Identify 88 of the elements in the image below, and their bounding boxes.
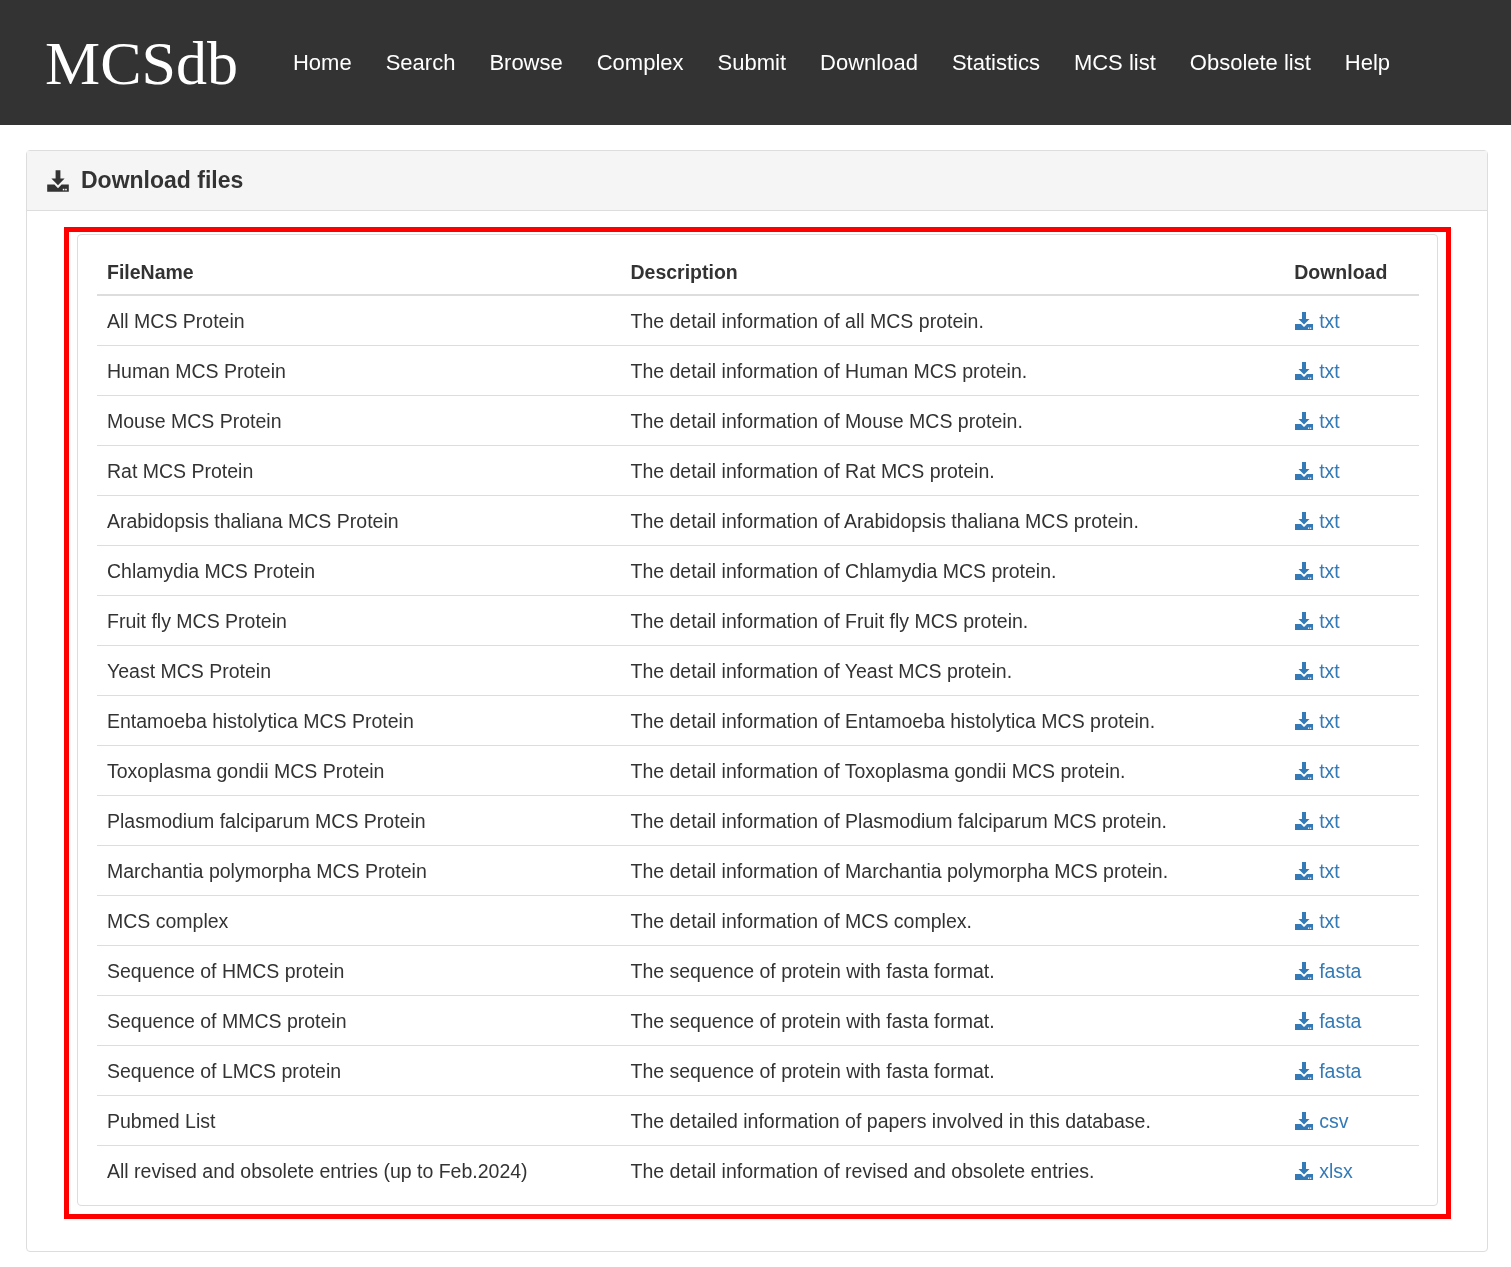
- download-icon: [1294, 911, 1315, 932]
- file-format-link[interactable]: txt: [1294, 511, 1340, 532]
- table-cell: Arabidopsis thaliana MCS Protein: [97, 495, 621, 546]
- table-cell: Rat MCS Protein: [97, 445, 621, 496]
- file-format-link[interactable]: fasta: [1294, 1061, 1362, 1082]
- table-cell: All revised and obsolete entries (up to Feb.2024): [97, 1145, 621, 1195]
- table-cell: The detail information of Mouse MCS protein.: [620, 395, 1285, 446]
- nav-link[interactable]: Download: [803, 49, 935, 76]
- download-icon: [1294, 811, 1315, 832]
- table-cell: Chlamydia MCS Protein: [97, 545, 621, 596]
- nav-link[interactable]: Browse: [472, 49, 580, 76]
- nav-link[interactable]: Search: [368, 49, 473, 76]
- table-cell: The sequence of protein with fasta format.: [620, 1045, 1285, 1096]
- download-icon: [1294, 511, 1315, 532]
- download-icon: [1294, 361, 1315, 382]
- nav-link[interactable]: Obsolete list: [1172, 49, 1328, 76]
- file-format-link[interactable]: txt: [1294, 811, 1340, 832]
- table-cell: Entamoeba histolytica MCS Protein: [97, 695, 621, 746]
- download-icon: [1294, 1111, 1315, 1132]
- download-icon: [1294, 861, 1315, 882]
- table-cell: The detailed information of papers involved in this database.: [620, 1095, 1285, 1146]
- download-icon: [1294, 1161, 1315, 1182]
- table-cell: The detail information of revised and obsolete entries.: [620, 1145, 1285, 1195]
- file-format-link[interactable]: txt: [1294, 461, 1340, 482]
- nav-link[interactable]: Statistics: [934, 49, 1057, 76]
- brand-logo[interactable]: MCSdb: [45, 31, 238, 94]
- table-cell: The detail information of all MCS protein.: [620, 295, 1285, 346]
- table-cell: The detail information of Marchantia polymorpha MCS protein.: [620, 845, 1285, 896]
- table-cell: The detail information of MCS complex.: [620, 895, 1285, 946]
- file-format-link[interactable]: txt: [1294, 611, 1340, 632]
- nav-link[interactable]: Home: [275, 49, 369, 76]
- table-cell: Sequence of HMCS protein: [97, 945, 621, 996]
- download-icon: [46, 168, 70, 193]
- download-icon: [1294, 761, 1315, 782]
- download-icon: [1294, 961, 1315, 982]
- download-icon: [1294, 411, 1315, 432]
- file-format-link[interactable]: txt: [1294, 661, 1340, 682]
- table-cell: The detail information of Arabidopsis thaliana MCS protein.: [620, 495, 1285, 546]
- table-cell: Pubmed List: [97, 1095, 621, 1146]
- download-icon: [1294, 611, 1315, 632]
- table-cell: Sequence of MMCS protein: [97, 995, 621, 1046]
- file-format-link[interactable]: fasta: [1294, 961, 1362, 982]
- file-format-link[interactable]: txt: [1294, 861, 1340, 882]
- table-cell: Sequence of LMCS protein: [97, 1045, 621, 1096]
- file-format-link[interactable]: txt: [1294, 561, 1340, 582]
- nav-link[interactable]: Help: [1327, 49, 1408, 76]
- table-cell: The sequence of protein with fasta format.: [620, 995, 1285, 1046]
- file-format-link[interactable]: csv: [1294, 1111, 1349, 1132]
- download-icon: [1294, 561, 1315, 582]
- nav-link[interactable]: MCS list: [1056, 49, 1173, 76]
- file-format-link[interactable]: txt: [1294, 911, 1340, 932]
- table-cell: The sequence of protein with fasta format.: [620, 945, 1285, 996]
- file-format-link[interactable]: txt: [1294, 411, 1340, 432]
- column-header: Download: [1284, 255, 1419, 295]
- download-icon: [1294, 311, 1315, 332]
- table-cell: The detail information of Toxoplasma gondii MCS protein.: [620, 745, 1285, 796]
- table-cell: Toxoplasma gondii MCS Protein: [97, 745, 621, 796]
- table-cell: The detail information of Entamoeba histolytica MCS protein.: [620, 695, 1285, 746]
- download-icon: [1294, 711, 1315, 732]
- file-format-link[interactable]: xlsx: [1294, 1161, 1353, 1182]
- table-cell: Fruit fly MCS Protein: [97, 595, 621, 646]
- file-format-link[interactable]: txt: [1294, 311, 1340, 332]
- download-icon: [1294, 1061, 1315, 1082]
- file-format-link[interactable]: txt: [1294, 761, 1340, 782]
- nav-link[interactable]: Submit: [700, 49, 804, 76]
- file-format-link[interactable]: txt: [1294, 361, 1340, 382]
- nav-link[interactable]: Complex: [579, 49, 701, 76]
- column-header: Description: [620, 255, 1285, 295]
- table-cell: All MCS Protein: [97, 295, 621, 346]
- download-icon: [1294, 1011, 1315, 1032]
- table-cell: Marchantia polymorpha MCS Protein: [97, 845, 621, 896]
- column-header: FileName: [97, 255, 621, 295]
- table-cell: The detail information of Chlamydia MCS protein.: [620, 545, 1285, 596]
- table-cell: Plasmodium falciparum MCS Protein: [97, 795, 621, 846]
- table-cell: Human MCS Protein: [97, 345, 621, 396]
- table-cell: The detail information of Human MCS protein.: [620, 345, 1285, 396]
- file-format-link[interactable]: txt: [1294, 711, 1340, 732]
- file-format-link[interactable]: fasta: [1294, 1011, 1362, 1032]
- table-cell: MCS complex: [97, 895, 621, 946]
- download-icon: [1294, 461, 1315, 482]
- table-cell: The detail information of Rat MCS protein.: [620, 445, 1285, 496]
- table-cell: The detail information of Yeast MCS protein.: [620, 645, 1285, 696]
- table-cell: The detail information of Plasmodium falciparum MCS protein.: [620, 795, 1285, 846]
- download-icon: [1294, 661, 1315, 682]
- table-cell: Mouse MCS Protein: [97, 395, 621, 446]
- table-cell: Yeast MCS Protein: [97, 645, 621, 696]
- panel-title: Download files: [81, 167, 244, 194]
- table-cell: The detail information of Fruit fly MCS protein.: [620, 595, 1285, 646]
